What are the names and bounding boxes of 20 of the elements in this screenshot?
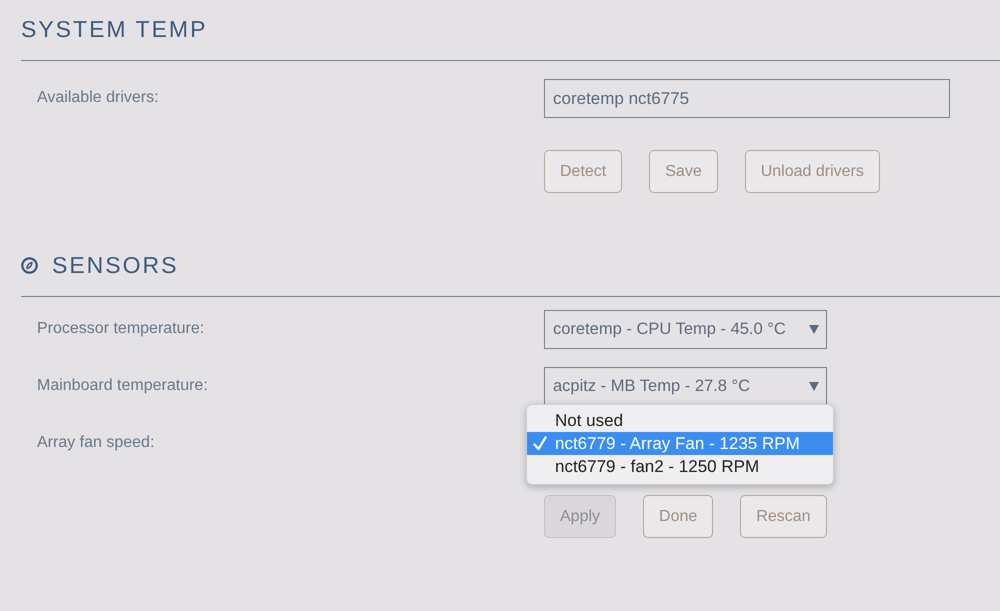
dropdown-menu[interactable]: Not used nct6779 - Array Fan - 1235 RPM nct6779 - fan2 - 1250 RPM bbox=[526, 404, 834, 485]
field-label: Processor temperature: bbox=[37, 320, 204, 337]
action-button[interactable]: Done bbox=[643, 495, 714, 538]
check-icon bbox=[533, 436, 547, 451]
menu-item[interactable]: nct6779 - Array Fan - 1235 RPM bbox=[527, 432, 833, 455]
action-button[interactable]: Detect bbox=[544, 150, 622, 193]
menu-item[interactable]: Not used bbox=[527, 409, 833, 432]
caret-icon bbox=[809, 382, 819, 391]
field-label: Available drivers: bbox=[37, 89, 159, 106]
caret-icon bbox=[809, 325, 819, 334]
action-button[interactable]: Save bbox=[649, 150, 718, 193]
action-button[interactable]: Rescan bbox=[740, 495, 827, 538]
field-label: Mainboard temperature: bbox=[37, 377, 208, 394]
drivers-field[interactable]: coretemp nct6775 bbox=[544, 79, 950, 118]
sensor-select[interactable]: coretemp - CPU Temp - 45.0 °C bbox=[544, 310, 827, 349]
menu-item[interactable]: nct6779 - fan2 - 1250 RPM bbox=[527, 455, 833, 478]
field-label: Array fan speed: bbox=[37, 434, 154, 451]
action-button[interactable]: Unload drivers bbox=[744, 150, 880, 193]
section-heading: SYSTEM TEMP bbox=[21, 15, 208, 44]
section-heading: SENSORS bbox=[52, 251, 178, 280]
